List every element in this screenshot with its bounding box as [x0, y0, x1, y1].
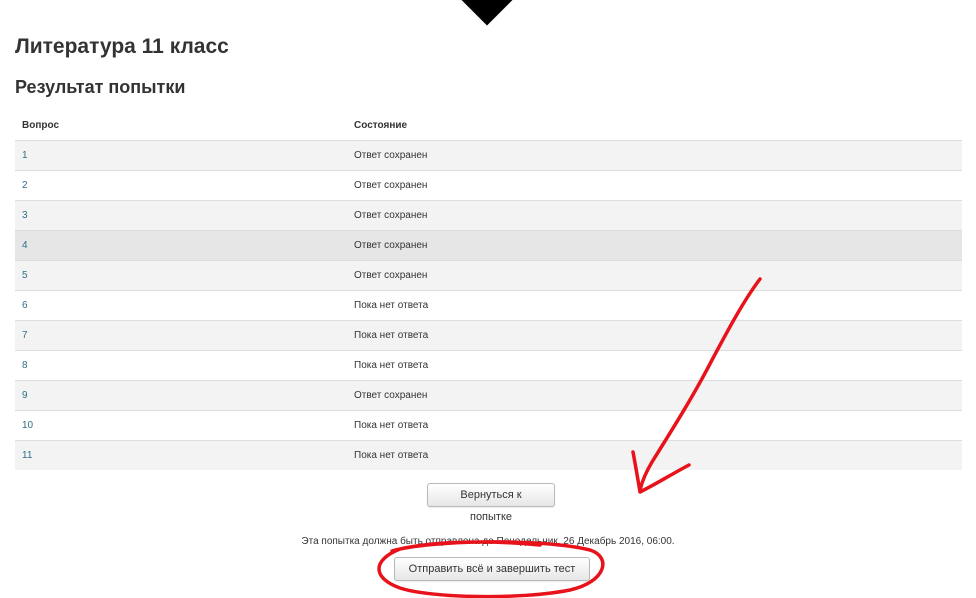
status-cell: Ответ сохранен — [347, 170, 962, 201]
status-cell: Ответ сохранен — [347, 380, 962, 411]
status-cell: Пока нет ответа — [347, 440, 962, 470]
table-row: 11 Пока нет ответа — [15, 440, 962, 470]
status-cell: Ответ сохранен — [347, 230, 962, 261]
question-cell: 10 — [15, 410, 347, 441]
table-row: 8 Пока нет ответа — [15, 350, 962, 381]
status-cell: Пока нет ответа — [347, 320, 962, 351]
table-row: 10 Пока нет ответа — [15, 410, 962, 441]
question-cell: 8 — [15, 350, 347, 381]
table-row: 3 Ответ сохранен — [15, 200, 962, 231]
table-row: 5 Ответ сохранен — [15, 260, 962, 291]
question-cell: 6 — [15, 290, 347, 321]
section-title: Результат попытки — [15, 77, 186, 97]
question-cell: 7 — [15, 320, 347, 351]
question-cell: 11 — [15, 440, 347, 470]
question-cell: 2 — [15, 170, 347, 201]
question-link[interactable]: 9 — [22, 390, 28, 401]
status-cell: Пока нет ответа — [347, 290, 962, 321]
return-to-attempt-button[interactable]: Вернуться к попытке — [427, 483, 555, 523]
submit-all-finish-button[interactable]: Отправить всё и завершить тест — [394, 557, 590, 581]
question-cell: 4 — [15, 230, 347, 261]
question-link[interactable]: 11 — [22, 450, 32, 461]
question-link[interactable]: 5 — [22, 270, 28, 281]
status-cell: Пока нет ответа — [347, 410, 962, 441]
table-row: 6 Пока нет ответа — [15, 290, 962, 321]
table-header-row: Вопрос Состояние — [15, 111, 962, 141]
question-link[interactable]: 8 — [22, 360, 28, 371]
table-row: 7 Пока нет ответа — [15, 320, 962, 351]
question-link[interactable]: 3 — [22, 210, 28, 221]
question-link[interactable]: 6 — [22, 300, 28, 311]
question-link[interactable]: 10 — [22, 420, 33, 431]
deadline-note: Эта попытка должна быть отправлена до По… — [301, 536, 675, 547]
table-row: 4 Ответ сохранен — [15, 230, 962, 261]
status-cell: Ответ сохранен — [347, 200, 962, 231]
table-row: 9 Ответ сохранен — [15, 380, 962, 411]
column-header-status: Состояние — [354, 120, 408, 131]
column-header-question: Вопрос — [22, 120, 60, 131]
attempt-summary-table: Вопрос Состояние 1 Ответ сохранен 2 Отве… — [15, 111, 962, 470]
question-link[interactable]: 7 — [22, 330, 28, 341]
question-cell: 3 — [15, 200, 347, 231]
status-cell: Пока нет ответа — [347, 350, 962, 381]
question-cell: 9 — [15, 380, 347, 411]
status-cell: Ответ сохранен — [347, 140, 962, 171]
table-row: 1 Ответ сохранен — [15, 140, 962, 171]
question-link[interactable]: 2 — [22, 180, 28, 191]
question-cell: 1 — [15, 140, 347, 171]
status-cell: Ответ сохранен — [347, 260, 962, 291]
page-title: Литература 11 класс — [15, 35, 229, 58]
dropdown-caret-icon — [461, 0, 513, 26]
question-link[interactable]: 1 — [22, 150, 28, 161]
question-cell: 5 — [15, 260, 347, 291]
question-link[interactable]: 4 — [22, 240, 28, 251]
table-row: 2 Ответ сохранен — [15, 170, 962, 201]
